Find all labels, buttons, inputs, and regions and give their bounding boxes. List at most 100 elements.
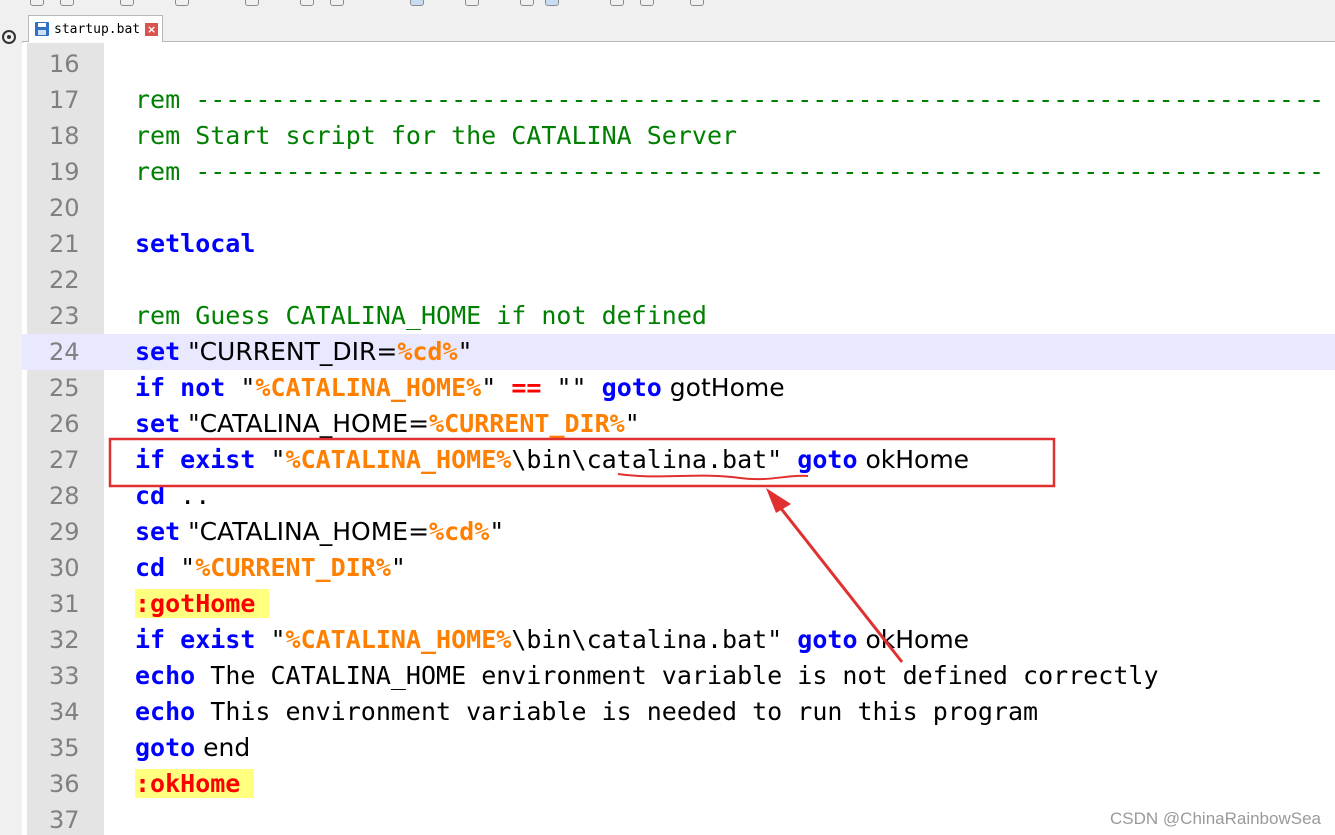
code-token: :gotHome [135, 589, 270, 618]
line-number: 24 [49, 338, 80, 366]
code-line[interactable]: 30 cd "%CURRENT_DIR%" [22, 550, 1335, 586]
code-token: goto [797, 445, 858, 474]
toolbar-icon[interactable] [410, 0, 424, 6]
code-token: "" [541, 373, 602, 402]
toolbar-icon[interactable] [545, 0, 559, 6]
code-line[interactable]: 26 set "CATALINA_HOME=%CURRENT_DIR%" [22, 406, 1335, 442]
line-number: 22 [49, 266, 80, 294]
toolbar-icon[interactable] [245, 0, 259, 6]
line-number: 37 [49, 806, 80, 834]
code-token: end [195, 733, 251, 762]
code-line[interactable]: 17 rem ----------------------------------… [22, 82, 1335, 118]
code-token: okHome [857, 445, 970, 474]
line-code: :gotHome [135, 586, 270, 622]
code-token: This environment variable is needed to r… [195, 697, 1039, 726]
code-lines: 16 17 rem --------------------------------… [22, 46, 1335, 835]
code-line[interactable]: 16 [22, 46, 1335, 82]
code-token: set [135, 409, 181, 438]
code-line[interactable]: 23 rem Guess CATALINA_HOME if not defined [22, 298, 1335, 334]
code-token: goto [135, 733, 196, 762]
code-line[interactable]: 34 echo This environment variable is need… [22, 694, 1335, 730]
code-line[interactable]: 24 set "CURRENT_DIR=%cd%" [22, 334, 1335, 370]
line-code: set "CATALINA_HOME=%CURRENT_DIR%" [135, 406, 640, 442]
code-token: rem Start script for the CATALINA Server [135, 121, 738, 150]
code-token: gotHome [661, 373, 785, 402]
toolbar-icon[interactable] [610, 0, 624, 6]
code-token: cd [135, 481, 166, 510]
code-line[interactable]: 32 if exist "%CATALINA_HOME%\bin\catalina… [22, 622, 1335, 658]
code-token: rem ------------------------------------… [135, 157, 1325, 186]
toolbar-icon[interactable] [120, 0, 134, 6]
code-token: rem Guess CATALINA_HOME if not defined [135, 301, 707, 330]
line-number: 19 [49, 158, 80, 186]
toolbar-icon[interactable] [330, 0, 344, 6]
line-code: if exist "%CATALINA_HOME%\bin\catalina.b… [135, 442, 969, 478]
tab-startup-bat[interactable]: startup.bat × [28, 15, 164, 42]
line-number: 33 [49, 662, 80, 690]
code-token: %CATALINA_HOME% [255, 373, 482, 402]
line-code: if not "%CATALINA_HOME%" == "" goto gotH… [135, 370, 785, 406]
code-token: "CATALINA_HOME= [180, 517, 430, 546]
toolbar-icon[interactable] [465, 0, 479, 6]
line-number: 21 [49, 230, 80, 258]
code-token: echo [135, 697, 196, 726]
line-number: 26 [49, 410, 80, 438]
line-number: 35 [49, 734, 80, 762]
code-line[interactable]: 27 if exist "%CATALINA_HOME%\bin\catalina… [22, 442, 1335, 478]
toolbar-icon[interactable] [30, 0, 44, 6]
line-number: 18 [49, 122, 80, 150]
code-line[interactable]: 19 rem ----------------------------------… [22, 154, 1335, 190]
code-line[interactable]: 20 [22, 190, 1335, 226]
code-token: " [481, 373, 512, 402]
code-token: cd [135, 553, 166, 582]
code-token: %CURRENT_DIR% [195, 553, 391, 582]
code-editor[interactable]: 16 17 rem --------------------------------… [22, 43, 1335, 835]
toolbar-icon[interactable] [520, 0, 534, 6]
code-token: %CURRENT_DIR% [429, 409, 625, 438]
toolbar-icon[interactable] [690, 0, 704, 6]
toolbar-icon[interactable] [60, 0, 74, 6]
code-token: " [489, 517, 505, 546]
target-icon[interactable] [2, 30, 16, 44]
code-token: " [255, 445, 286, 474]
code-token: %cd% [397, 337, 458, 366]
code-token: %cd% [429, 517, 490, 546]
code-line[interactable]: 22 [22, 262, 1335, 298]
code-token: echo [135, 661, 196, 690]
code-token: " [457, 337, 473, 366]
line-number: 27 [49, 446, 80, 474]
close-icon[interactable]: × [145, 22, 159, 36]
code-token: :okHome [135, 769, 255, 798]
code-line[interactable]: 36 :okHome [22, 766, 1335, 802]
code-line[interactable]: 33 echo The CATALINA_HOME environment var… [22, 658, 1335, 694]
toolbar-icon[interactable] [175, 0, 189, 6]
code-token: .. [165, 481, 211, 510]
line-code: set "CATALINA_HOME=%cd%" [135, 514, 504, 550]
code-line[interactable]: 31:gotHome [22, 586, 1335, 622]
line-number: 29 [49, 518, 80, 546]
code-line[interactable]: 25 if not "%CATALINA_HOME%" == "" goto go… [22, 370, 1335, 406]
line-number: 17 [49, 86, 80, 114]
code-line[interactable]: 28 cd .. [22, 478, 1335, 514]
toolbar-icon[interactable] [300, 0, 314, 6]
tab-label: startup.bat [54, 21, 141, 37]
line-number: 36 [49, 770, 80, 798]
code-token: if not [135, 373, 226, 402]
code-token: " [390, 553, 406, 582]
toolbar-icon[interactable] [640, 0, 654, 6]
line-code: rem Start script for the CATALINA Server [135, 118, 737, 154]
code-token: if exist [135, 445, 256, 474]
code-line[interactable]: 21 setlocal [22, 226, 1335, 262]
code-line[interactable]: 18 rem Start script for the CATALINA Serv… [22, 118, 1335, 154]
line-number: 34 [49, 698, 80, 726]
code-line[interactable]: 29 set "CATALINA_HOME=%cd%" [22, 514, 1335, 550]
code-token: " [165, 553, 196, 582]
line-code: cd "%CURRENT_DIR%" [135, 550, 406, 586]
line-code: rem ------------------------------------… [135, 154, 1324, 190]
code-line[interactable]: 35 goto end [22, 730, 1335, 766]
line-number: 30 [49, 554, 80, 582]
line-code: cd .. [135, 478, 210, 514]
line-number: 32 [49, 626, 80, 654]
code-token: set [135, 517, 181, 546]
line-code: rem Guess CATALINA_HOME if not defined [135, 298, 707, 334]
